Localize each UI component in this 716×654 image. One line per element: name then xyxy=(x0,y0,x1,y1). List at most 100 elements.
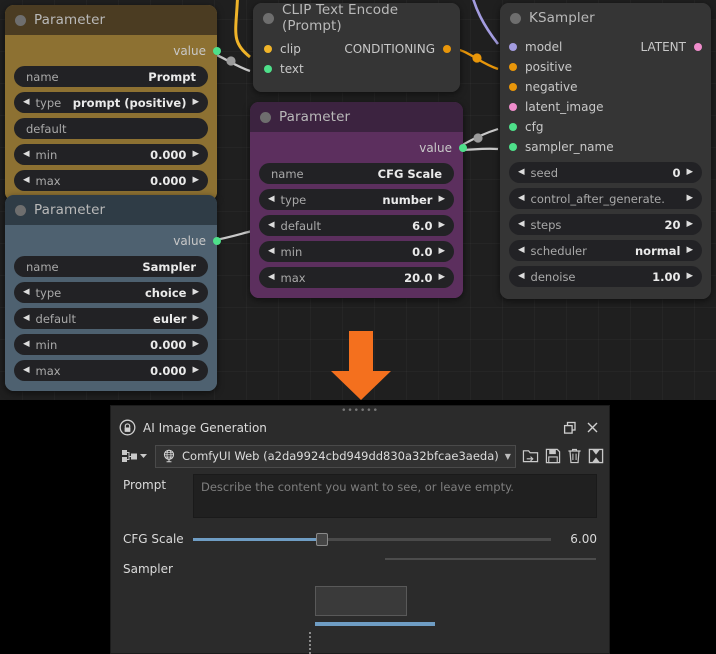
left-arrow-icon[interactable]: ◀ xyxy=(268,195,275,204)
output-slot-value[interactable]: value xyxy=(259,138,467,158)
sampler-dropdown-list[interactable]: eulereuler_cfg_ppeuler_ancestraleuler_an… xyxy=(385,558,596,560)
right-arrow-icon[interactable]: ▶ xyxy=(686,168,693,177)
output-port-dot[interactable] xyxy=(694,43,702,51)
node-parameter-prompt[interactable]: Parameter value name Prompt ◀ type promp… xyxy=(5,5,221,201)
widget-scheduler[interactable]: ◀ scheduler normal ▶ xyxy=(509,240,702,261)
input-port-dot[interactable] xyxy=(264,65,272,73)
input-slot-positive[interactable]: positive xyxy=(509,57,702,77)
input-slot-clip[interactable]: clip xyxy=(264,42,301,56)
widget-max[interactable]: ◀ max 20.0 ▶ xyxy=(259,267,454,288)
right-arrow-icon[interactable]: ▶ xyxy=(192,314,199,323)
widget-control-after-generate[interactable]: ◀ control_after_generate. ▶ xyxy=(509,188,702,209)
node-header[interactable]: KSampler xyxy=(500,3,711,33)
left-arrow-icon[interactable]: ◀ xyxy=(518,220,525,229)
node-header[interactable]: CLIP Text Encode (Prompt) xyxy=(253,2,460,34)
input-slot-sampler-name[interactable]: sampler_name xyxy=(509,137,702,157)
save-as-button[interactable] xyxy=(588,445,604,467)
right-arrow-icon[interactable]: ▶ xyxy=(192,98,199,107)
input-slot-latent-image[interactable]: latent_image xyxy=(509,97,702,117)
sampler-combo-behind[interactable] xyxy=(315,586,407,616)
left-arrow-icon[interactable]: ◀ xyxy=(518,194,525,203)
left-arrow-icon[interactable]: ◀ xyxy=(518,246,525,255)
node-graph-canvas[interactable]: Parameter value name Prompt ◀ type promp… xyxy=(0,0,716,400)
collapse-dot-icon[interactable] xyxy=(15,204,26,216)
left-arrow-icon[interactable]: ◀ xyxy=(268,221,275,230)
sampler-option[interactable]: euler xyxy=(386,559,595,560)
output-slot-conditioning[interactable]: CONDITIONING xyxy=(344,42,451,56)
right-arrow-icon[interactable]: ▶ xyxy=(686,272,693,281)
widget-denoise[interactable]: ◀ denoise 1.00 ▶ xyxy=(509,266,702,287)
widget-type[interactable]: ◀ type prompt (positive) ▶ xyxy=(14,92,208,113)
close-window-button[interactable] xyxy=(581,418,603,438)
node-clip-text-encode[interactable]: CLIP Text Encode (Prompt) clip CONDITION… xyxy=(253,2,460,92)
widget-name[interactable]: name CFG Scale xyxy=(259,163,454,184)
window-drag-grip[interactable]: •••••• xyxy=(111,406,609,416)
cfg-scale-slider[interactable]: 6.00 xyxy=(193,528,597,550)
left-arrow-icon[interactable]: ◀ xyxy=(268,247,275,256)
collapse-dot-icon[interactable] xyxy=(510,12,521,24)
widget-steps[interactable]: ◀ steps 20 ▶ xyxy=(509,214,702,235)
right-arrow-icon[interactable]: ▶ xyxy=(686,246,693,255)
right-arrow-icon[interactable]: ▶ xyxy=(438,247,445,256)
collapse-dot-icon[interactable] xyxy=(15,14,26,26)
right-arrow-icon[interactable]: ▶ xyxy=(438,195,445,204)
restore-window-button[interactable] xyxy=(559,418,581,438)
output-slot-value[interactable]: value xyxy=(14,231,221,251)
output-port-dot[interactable] xyxy=(213,237,221,245)
open-button[interactable] xyxy=(522,445,539,467)
prompt-input[interactable]: Describe the content you want to see, or… xyxy=(193,474,597,518)
left-arrow-icon[interactable]: ◀ xyxy=(518,272,525,281)
widget-default[interactable]: ◀ default 6.0 ▶ xyxy=(259,215,454,236)
left-arrow-icon[interactable]: ◀ xyxy=(23,288,30,297)
right-arrow-icon[interactable]: ▶ xyxy=(192,150,199,159)
input-port-dot[interactable] xyxy=(509,143,517,151)
chevron-down-icon[interactable]: ▼ xyxy=(505,452,511,461)
node-parameter-cfg-scale[interactable]: Parameter value name CFG Scale ◀ type nu… xyxy=(250,102,467,298)
input-slot-model[interactable]: model xyxy=(509,40,562,54)
node-ksampler[interactable]: KSampler model LATENT positive negative … xyxy=(500,3,711,299)
widget-name[interactable]: name Sampler xyxy=(14,256,208,277)
left-arrow-icon[interactable]: ◀ xyxy=(518,168,525,177)
left-arrow-icon[interactable]: ◀ xyxy=(23,366,30,375)
workflow-menu-button[interactable] xyxy=(121,445,149,467)
node-header[interactable]: Parameter xyxy=(5,195,217,225)
right-arrow-icon[interactable]: ▶ xyxy=(686,220,693,229)
widget-seed[interactable]: ◀ seed 0 ▶ xyxy=(509,162,702,183)
collapse-dot-icon[interactable] xyxy=(260,111,271,123)
left-arrow-icon[interactable]: ◀ xyxy=(23,340,30,349)
node-header[interactable]: Parameter xyxy=(5,5,217,35)
left-arrow-icon[interactable]: ◀ xyxy=(23,150,30,159)
input-slot-cfg[interactable]: cfg xyxy=(509,117,702,137)
output-slot-latent[interactable]: LATENT xyxy=(641,40,702,54)
collapse-dot-icon[interactable] xyxy=(263,12,274,24)
output-port-dot[interactable] xyxy=(213,47,221,55)
delete-button[interactable] xyxy=(567,445,582,467)
left-arrow-icon[interactable]: ◀ xyxy=(23,176,30,185)
widget-type[interactable]: ◀ type number ▶ xyxy=(259,189,454,210)
widget-min[interactable]: ◀ min 0.0 ▶ xyxy=(259,241,454,262)
input-slot-text[interactable]: text xyxy=(262,59,451,79)
right-arrow-icon[interactable]: ▶ xyxy=(192,176,199,185)
output-slot-value[interactable]: value xyxy=(14,41,221,61)
widget-default[interactable]: default xyxy=(14,118,208,139)
widget-type[interactable]: ◀ type choice ▶ xyxy=(14,282,208,303)
right-arrow-icon[interactable]: ▶ xyxy=(192,366,199,375)
input-slot-negative[interactable]: negative xyxy=(509,77,702,97)
input-port-dot[interactable] xyxy=(509,123,517,131)
dialog-toolbar[interactable]: ComfyUI Web (a2da9924cbd949dd830a32bfcae… xyxy=(111,440,609,472)
input-port-dot[interactable] xyxy=(509,63,517,71)
slider-track[interactable] xyxy=(193,532,551,546)
widget-min[interactable]: ◀ min 0.000 ▶ xyxy=(14,334,208,355)
ai-image-generation-dialog[interactable]: •••••• AI Image Generation ComfyUI Web (… xyxy=(110,405,610,654)
widget-name[interactable]: name Prompt xyxy=(14,66,208,87)
left-arrow-icon[interactable]: ◀ xyxy=(268,273,275,282)
backend-select[interactable]: ComfyUI Web (a2da9924cbd949dd830a32bfcae… xyxy=(155,444,516,468)
right-arrow-icon[interactable]: ▶ xyxy=(192,288,199,297)
left-arrow-icon[interactable]: ◀ xyxy=(23,314,30,323)
node-header[interactable]: Parameter xyxy=(250,102,463,132)
right-arrow-icon[interactable]: ▶ xyxy=(438,273,445,282)
right-arrow-icon[interactable]: ▶ xyxy=(686,194,693,203)
input-port-dot[interactable] xyxy=(509,103,517,111)
right-arrow-icon[interactable]: ▶ xyxy=(192,340,199,349)
node-parameter-sampler[interactable]: Parameter value name Sampler ◀ type choi… xyxy=(5,195,221,391)
